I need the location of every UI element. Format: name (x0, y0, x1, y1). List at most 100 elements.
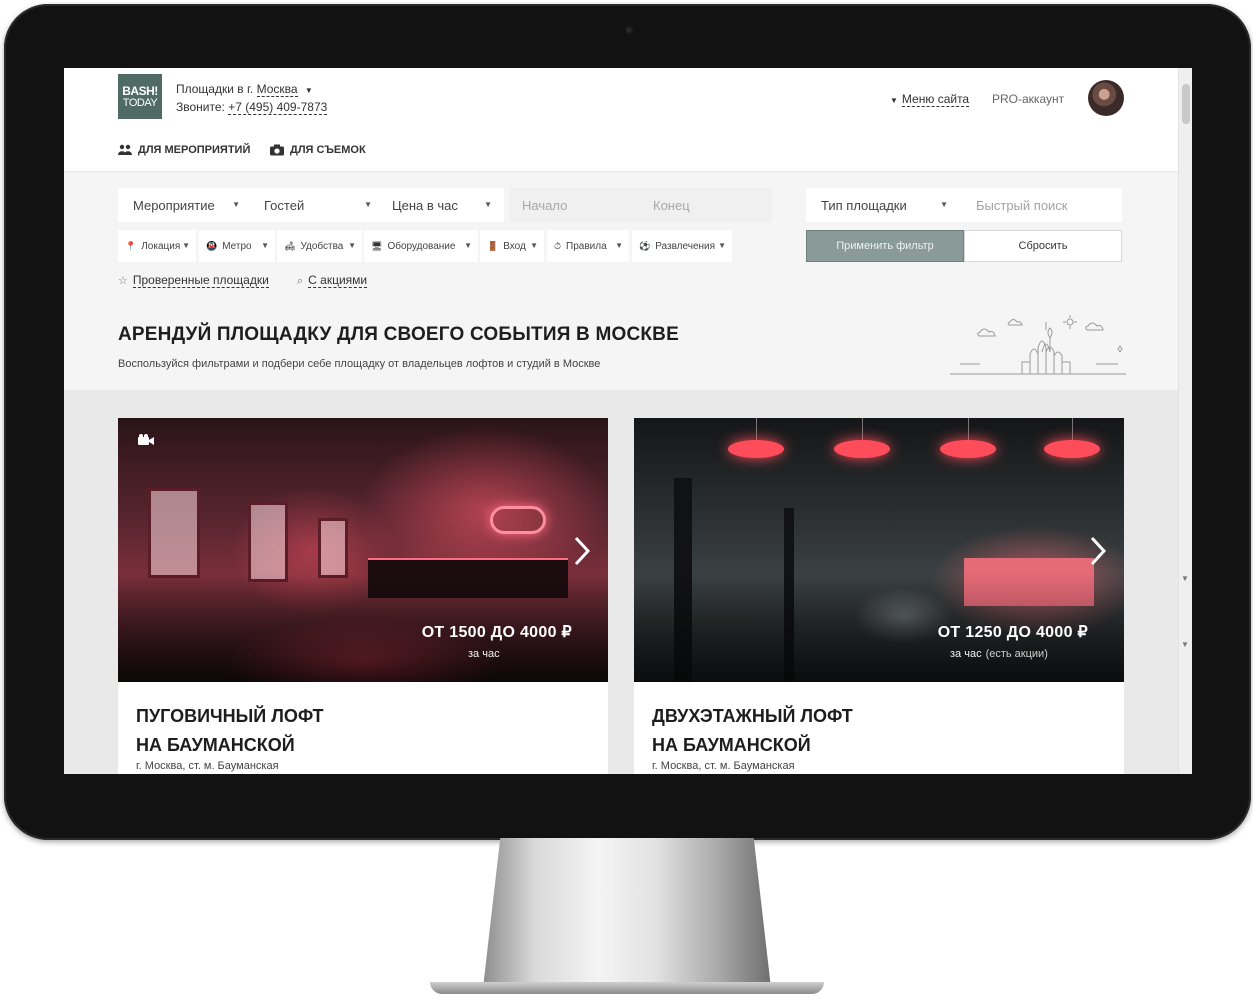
guests-select[interactable]: Гостей ▼ (252, 188, 384, 222)
tag-icon: ⌕ (297, 275, 304, 287)
chevron-right-icon[interactable] (1090, 536, 1106, 566)
venue-title[interactable]: ПУГОВИЧНЫЙ ЛОФТ НА БАУМАНСКОЙ (136, 702, 576, 760)
chip-label: Развлечения (655, 240, 716, 252)
star-icon: ☆ (118, 275, 128, 287)
pin-icon: 📍 (125, 240, 137, 251)
monitor-stand-base (430, 982, 824, 994)
venue-card[interactable]: ОТ 1250 ДО 4000 ₽ за час (есть акции) ДВУ… (634, 418, 1124, 774)
chip-label: Удобства (300, 240, 344, 252)
chip-label: Вход (503, 240, 526, 252)
photo-window (318, 518, 348, 578)
chevron-down-icon: ▼ (615, 241, 623, 250)
price-unit-label: за час (950, 648, 982, 660)
site-menu-toggle[interactable]: ▼ Меню сайта (890, 92, 970, 107)
price-label: Цена в час (392, 197, 458, 213)
chevron-down-icon: ▼ (718, 241, 726, 250)
venue-title-line-1: ДВУХЭТАЖНЫЙ ЛОФТ (652, 706, 853, 726)
pro-account-link[interactable]: PRO-аккаунт (992, 92, 1064, 106)
monitor-stand (483, 838, 771, 988)
tab-shoots-label: ДЛЯ СЪЕМОК (290, 144, 366, 156)
quick-search-input[interactable]: Быстрый поиск (960, 188, 1122, 222)
photo-neon-sign (490, 506, 546, 534)
chevron-down-icon: ▼ (364, 200, 372, 209)
city-dropdown[interactable]: Москва (256, 82, 298, 97)
verified-venues-label: Проверенные площадки (132, 273, 269, 288)
city-prefix: Площадки в г. (176, 82, 254, 96)
venue-price: ОТ 1250 ДО 4000 ₽ (937, 624, 1088, 641)
photo-lamp (940, 440, 996, 458)
chevron-down-icon: ▼ (484, 200, 492, 209)
event-type-select[interactable]: Мероприятие ▼ (118, 188, 252, 222)
filter-chip-metro[interactable]: 🚇 Метро ▼ (199, 230, 275, 262)
chevron-down-icon: ▼ (182, 241, 190, 250)
page-title: АРЕНДУЙ ПЛОЩАДКУ ДЛЯ СВОЕГО СОБЫТИЯ В МО… (118, 324, 679, 345)
tab-shoots[interactable]: ДЛЯ СЪЕМОК (270, 144, 366, 156)
moscow-skyline-illustration (950, 315, 1126, 375)
video-camera-icon (138, 434, 154, 445)
apply-filter-button[interactable]: Применить фильтр (806, 230, 964, 262)
promo-venues-label: С акциями (308, 273, 368, 288)
reset-filter-button[interactable]: Сбросить (964, 230, 1122, 262)
sofa-icon: 🛋 (284, 240, 296, 251)
people-icon (118, 144, 132, 155)
photo-window (248, 502, 288, 582)
chevron-down-icon: ▼ (530, 241, 538, 250)
filter-chip-amenities[interactable]: 🛋 Удобства ▼ (277, 230, 362, 262)
venue-price-unit: за час (есть акции) (950, 648, 1048, 660)
venue-title-line-1: ПУГОВИЧНЫЙ ЛОФТ (136, 706, 324, 726)
promo-venues-link[interactable]: ⌕ С акциями (297, 273, 368, 288)
browser-viewport: BASH! TODAY Площадки в г. Москва ▼ Звони… (64, 68, 1192, 774)
venue-address: г. Москва, ст. м. Бауманская (136, 760, 279, 772)
venue-address: г. Москва, ст. м. Бауманская (652, 760, 795, 772)
scrollbar-thumb[interactable] (1182, 84, 1190, 124)
chevron-down-icon[interactable]: ▼ (1181, 640, 1189, 649)
price-select[interactable]: Цена в час ▼ (384, 188, 504, 222)
ball-icon: ⚽ (639, 240, 651, 251)
promo-note: (есть акции) (985, 648, 1048, 660)
camera-icon (270, 144, 284, 156)
venue-type-select[interactable]: Тип площадки ▼ (806, 188, 960, 222)
filter-chip-rules[interactable]: ⏱ Правила ▼ (547, 230, 629, 262)
venue-title[interactable]: ДВУХЭТАЖНЫЙ ЛОФТ НА БАУМАНСКОЙ (652, 702, 1092, 760)
chevron-down-icon: ▼ (261, 241, 269, 250)
event-type-label: Мероприятие (133, 197, 215, 213)
photo-lamp (1044, 440, 1100, 458)
clock-icon: ⏱ (554, 240, 562, 251)
venue-photo[interactable]: ОТ 1500 ДО 4000 ₽ за час (118, 418, 608, 682)
venue-price-unit: за час (468, 648, 504, 660)
door-icon: 🚪 (487, 240, 499, 251)
chevron-down-icon: ▼ (464, 241, 472, 250)
start-date-input[interactable]: Начало (522, 198, 653, 213)
avatar[interactable] (1088, 80, 1124, 116)
monitor-icon: 🖥 (371, 240, 383, 251)
page-scrollbar[interactable]: ▼ ▼ (1178, 68, 1192, 774)
chevron-down-icon[interactable]: ▼ (1181, 574, 1189, 583)
phone-link[interactable]: +7 (495) 409-7873 (228, 100, 328, 115)
site-header: BASH! TODAY Площадки в г. Москва ▼ Звони… (64, 68, 1178, 172)
chevron-down-icon: ▼ (304, 86, 313, 95)
chip-label: Оборудование (387, 240, 456, 252)
chevron-down-icon: ▼ (232, 200, 240, 209)
end-date-input[interactable]: Конец (653, 198, 690, 213)
phone-prefix: Звоните: (176, 100, 225, 114)
phone-line: Звоните: +7 (495) 409-7873 (176, 100, 328, 115)
filter-chip-equipment[interactable]: 🖥 Оборудование ▼ (364, 230, 478, 262)
tab-events[interactable]: ДЛЯ МЕРОПРИЯТИЙ (118, 144, 250, 156)
tab-events-label: ДЛЯ МЕРОПРИЯТИЙ (138, 144, 251, 156)
venue-title-line-2: НА БАУМАНСКОЙ (652, 735, 811, 755)
venue-price: ОТ 1500 ДО 4000 ₽ (421, 624, 572, 641)
venue-title-line-2: НА БАУМАНСКОЙ (136, 735, 295, 755)
verified-venues-link[interactable]: ☆ Проверенные площадки (118, 273, 269, 288)
chip-label: Правила (566, 240, 607, 252)
filter-chip-location[interactable]: 📍 Локация ▼ (118, 230, 196, 262)
filter-chip-entertainment[interactable]: ⚽ Развлечения ▼ (632, 230, 732, 262)
filter-chip-entrance[interactable]: 🚪 Вход ▼ (480, 230, 544, 262)
logo-line-2: TODAY (122, 96, 158, 109)
venue-card[interactable]: ОТ 1500 ДО 4000 ₽ за час ПУГОВИЧНЫЙ ЛОФТ… (118, 418, 608, 774)
site-logo[interactable]: BASH! TODAY (118, 74, 162, 119)
photo-window (148, 488, 200, 578)
venue-photo[interactable]: ОТ 1250 ДО 4000 ₽ за час (есть акции) (634, 418, 1124, 682)
photo-lamp (834, 440, 890, 458)
chevron-right-icon[interactable] (574, 536, 590, 566)
webcam-dot (625, 26, 633, 34)
